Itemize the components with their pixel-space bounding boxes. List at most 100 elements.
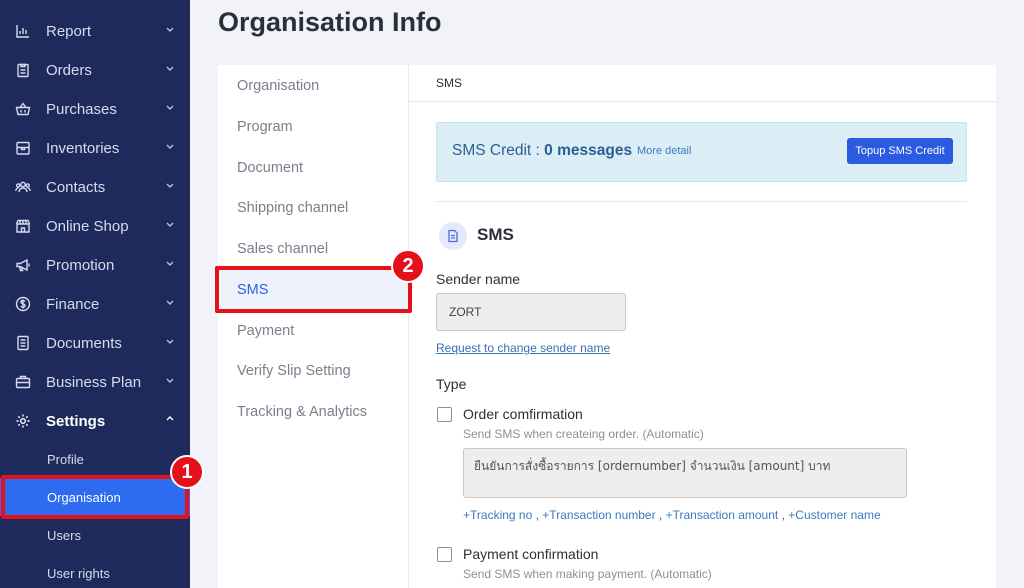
sender-name-label: Sender name — [436, 271, 521, 287]
order-confirmation-description: Send SMS when createing order. (Automati… — [463, 427, 704, 441]
sidebar: Report Orders Purchases Inventories Cont… — [0, 0, 190, 588]
sidebar-subitem-label: Profile — [47, 451, 84, 467]
sms-credit-banner: SMS Credit : 0 messages More detail Topu… — [436, 122, 967, 182]
payment-confirmation-checkbox[interactable] — [437, 547, 452, 562]
variable-tracking-no[interactable]: +Tracking no — [463, 508, 532, 522]
chevron-down-icon — [165, 297, 175, 307]
sidebar-item-documents[interactable]: Documents — [0, 324, 190, 362]
variable-separator: , — [781, 508, 785, 522]
type-label: Type — [436, 376, 467, 392]
sidebar-item-label: Inventories — [46, 139, 120, 157]
sidebar-item-report[interactable]: Report — [0, 12, 190, 50]
sidebar-subitem-users[interactable]: Users — [0, 516, 190, 554]
gear-icon — [15, 413, 31, 429]
sidebar-item-label: Promotion — [46, 256, 115, 274]
more-detail-link[interactable]: More detail — [637, 145, 691, 157]
settings-menu-shipping-channel[interactable]: Shipping channel — [218, 188, 408, 228]
chevron-down-icon — [165, 102, 175, 112]
settings-menu-sms[interactable]: SMS — [218, 270, 408, 310]
chevron-down-icon — [165, 63, 175, 73]
section-title: SMS — [477, 225, 514, 244]
sidebar-subitem-label: Users — [47, 527, 81, 543]
chevron-down-icon — [165, 336, 175, 346]
settings-card: Organisation Program Document Shipping c… — [218, 65, 996, 588]
settings-menu-payment[interactable]: Payment — [218, 311, 408, 351]
payment-confirmation-label: Payment confirmation — [463, 546, 599, 562]
sidebar-item-label: Documents — [46, 334, 122, 352]
settings-menu-label: Program — [237, 119, 293, 135]
sidebar-subitem-label: Organisation — [47, 489, 121, 505]
settings-menu-label: Document — [237, 160, 304, 176]
settings-menu-verify-slip-setting[interactable]: Verify Slip Setting — [218, 351, 408, 391]
variable-transaction-number[interactable]: +Transaction number — [542, 508, 655, 522]
settings-menu-organisation[interactable]: Organisation — [218, 66, 408, 106]
chevron-down-icon — [165, 24, 175, 34]
sidebar-subitem-organisation[interactable]: Organisation — [0, 478, 190, 516]
settings-menu-label: Sales channel — [237, 241, 329, 257]
dollar-icon — [15, 296, 31, 312]
settings-menu-label: Shipping channel — [237, 200, 349, 216]
sidebar-item-label: Report — [46, 22, 92, 40]
sidebar-item-purchases[interactable]: Purchases — [0, 90, 190, 128]
sidebar-item-label: Business Plan — [46, 373, 142, 391]
sms-credit-prefix: SMS Credit : — [452, 142, 545, 159]
sidebar-item-finance[interactable]: Finance — [0, 285, 190, 323]
request-change-sender-link[interactable]: Request to change sender name — [436, 341, 610, 355]
basket-icon — [15, 101, 31, 117]
variable-transaction-amount[interactable]: +Transaction amount — [666, 508, 779, 522]
settings-menu-tracking-analytics[interactable]: Tracking & Analytics — [218, 392, 408, 432]
settings-menu-label: Tracking & Analytics — [237, 404, 368, 420]
sidebar-item-label: Finance — [46, 295, 100, 313]
sidebar-item-orders[interactable]: Orders — [0, 51, 190, 89]
sidebar-item-settings[interactable]: Settings — [0, 402, 190, 440]
sidebar-subitem-profile[interactable]: Profile — [0, 440, 190, 478]
settings-menu-sales-channel[interactable]: Sales channel — [218, 229, 408, 269]
chevron-down-icon — [165, 375, 175, 385]
shop-icon — [15, 218, 31, 234]
settings-menu-label: Organisation — [237, 78, 320, 94]
sidebar-item-label: Settings — [46, 412, 106, 430]
variable-customer-name[interactable]: +Customer name — [788, 508, 880, 522]
sidebar-item-inventories[interactable]: Inventories — [0, 129, 190, 167]
sms-credit-label: SMS Credit : 0 messages — [452, 142, 632, 160]
sidebar-item-label: Purchases — [46, 100, 117, 118]
settings-menu: Organisation Program Document Shipping c… — [218, 65, 408, 588]
chevron-down-icon — [165, 141, 175, 151]
variable-separator: , — [535, 508, 539, 522]
settings-menu-document[interactable]: Document — [218, 148, 408, 188]
topup-sms-credit-button[interactable]: Topup SMS Credit — [847, 138, 953, 164]
page-title: Organisation Info — [218, 7, 442, 37]
sender-name-input[interactable] — [436, 293, 626, 331]
briefcase-icon — [15, 374, 31, 390]
sidebar-subitem-user-rights[interactable]: User rights — [0, 554, 190, 588]
content-tab-bar: SMS — [409, 65, 996, 102]
settings-menu-program[interactable]: Program — [218, 107, 408, 147]
settings-menu-label: SMS — [237, 282, 269, 298]
settings-menu-label: Verify Slip Setting — [237, 363, 351, 379]
chevron-down-icon — [165, 180, 175, 190]
sidebar-item-business-plan[interactable]: Business Plan — [0, 363, 190, 401]
sms-credit-value: 0 messages — [544, 142, 633, 159]
order-confirmation-label: Order comfirmation — [463, 406, 583, 422]
box-icon — [15, 140, 31, 156]
order-confirmation-checkbox[interactable] — [437, 407, 452, 422]
sidebar-subitem-label: User rights — [47, 565, 110, 581]
people-icon — [15, 179, 31, 195]
sidebar-item-online-shop[interactable]: Online Shop — [0, 207, 190, 245]
document-icon — [15, 335, 31, 351]
order-confirmation-message[interactable]: ยืนยันการสั่งซื้อรายการ [ordernumber] จำ… — [463, 448, 907, 498]
horizontal-divider — [436, 201, 967, 202]
sidebar-item-label: Orders — [46, 61, 92, 79]
sidebar-item-promotion[interactable]: Promotion — [0, 246, 190, 284]
tab-sms[interactable]: SMS — [436, 76, 462, 90]
chevron-up-icon — [165, 414, 175, 424]
megaphone-icon — [15, 257, 31, 273]
settings-menu-label: Payment — [237, 323, 295, 339]
document-icon — [439, 222, 467, 250]
sidebar-item-label: Contacts — [46, 178, 106, 196]
sidebar-item-contacts[interactable]: Contacts — [0, 168, 190, 206]
sms-content: SMS SMS Credit : 0 messages More detail … — [409, 65, 996, 588]
step-badge-1: 1 — [170, 455, 204, 489]
sidebar-item-label: Online Shop — [46, 217, 129, 235]
variable-list: +Tracking no , +Transaction number , +Tr… — [463, 508, 881, 522]
